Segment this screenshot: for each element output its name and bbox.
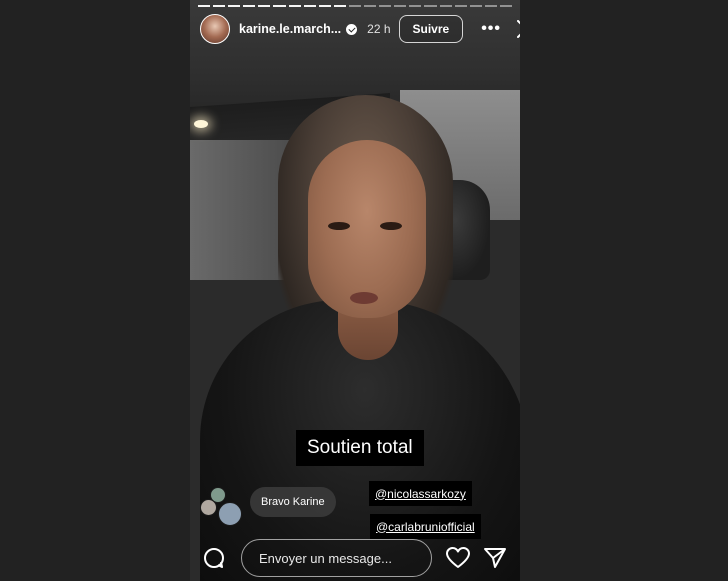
progress-segment: [424, 5, 437, 7]
story-viewer[interactable]: karine.le.march... 22 h Suivre ••• Souti…: [190, 0, 520, 581]
username[interactable]: karine.le.march...: [239, 22, 341, 36]
progress-segment: [364, 5, 377, 7]
progress-segment: [303, 5, 316, 7]
story-progress-bar: [198, 5, 512, 7]
progress-segment: [198, 5, 211, 7]
progress-segment: [243, 5, 256, 7]
camera-icon[interactable]: [202, 546, 226, 570]
mention-sticker[interactable]: @nicolassarkozy: [369, 481, 472, 506]
viewer-avatars[interactable]: [200, 487, 244, 527]
progress-segment: [379, 5, 392, 7]
follow-button[interactable]: Suivre: [398, 15, 464, 43]
progress-segment: [333, 5, 346, 7]
photo-mouth: [350, 292, 378, 304]
send-icon[interactable]: [483, 546, 507, 570]
heart-icon[interactable]: [446, 547, 470, 569]
story-header: karine.le.march... 22 h Suivre •••: [200, 13, 520, 45]
viewer-avatar: [218, 502, 242, 526]
story-bottom-bar: [190, 536, 520, 581]
profile-avatar[interactable]: [200, 14, 230, 44]
progress-segment: [258, 5, 271, 7]
progress-segment: [409, 5, 422, 7]
progress-segment: [348, 5, 362, 7]
progress-segment: [454, 5, 467, 7]
progress-segment: [273, 5, 286, 7]
progress-segment: [469, 5, 482, 7]
viewer-avatar: [200, 499, 217, 516]
progress-segment: [228, 5, 241, 7]
progress-segment: [213, 5, 226, 7]
post-time: 22 h: [367, 22, 391, 36]
photo-lamp: [194, 120, 208, 128]
progress-segment: [394, 5, 407, 7]
message-input[interactable]: [241, 539, 432, 577]
caption-sticker: Soutien total: [296, 430, 424, 466]
photo-eye-left: [328, 222, 350, 230]
progress-segment: [318, 5, 331, 7]
reply-suggestion-chip[interactable]: Bravo Karine: [250, 487, 336, 517]
photo-eye-right: [380, 222, 402, 230]
progress-segment: [499, 5, 512, 7]
progress-segment: [484, 5, 497, 7]
verified-badge-icon: [346, 23, 358, 35]
progress-segment: [439, 5, 452, 7]
close-icon[interactable]: [517, 20, 520, 38]
more-icon[interactable]: •••: [481, 20, 501, 38]
progress-segment: [288, 5, 301, 7]
